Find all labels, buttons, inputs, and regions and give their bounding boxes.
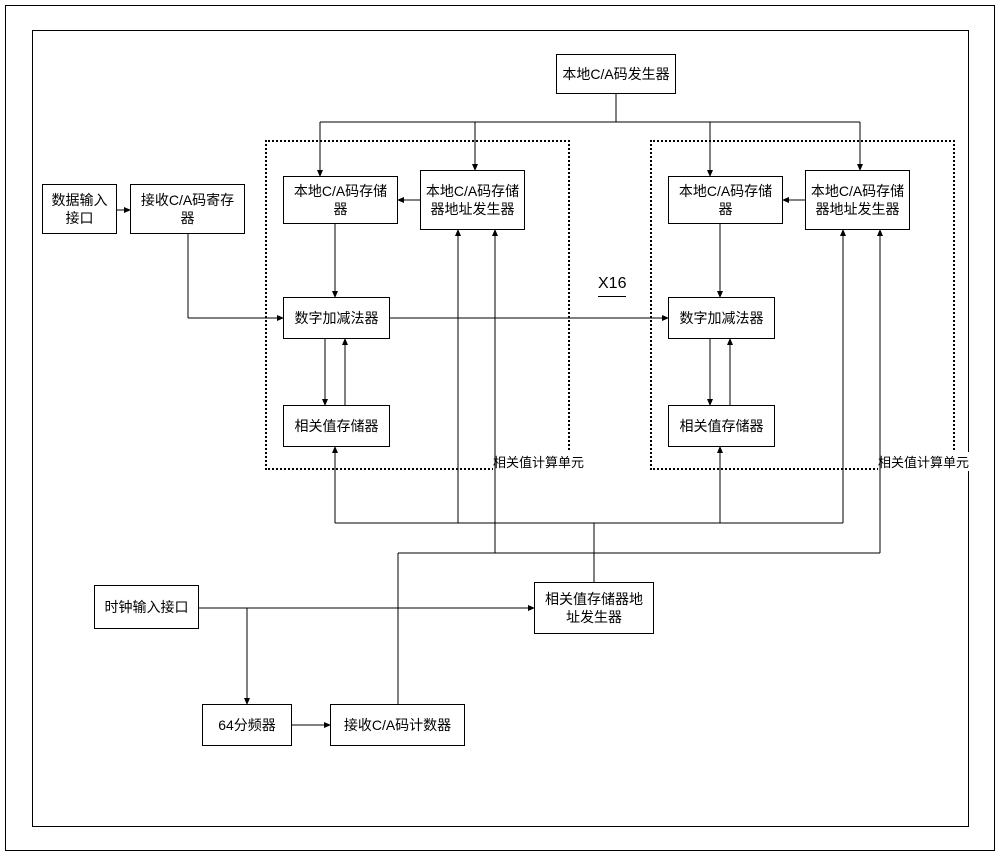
box-local-store-R: 本地C/A码存储器 — [668, 176, 783, 224]
box-divider: 64分频器 — [202, 704, 292, 746]
label-unit-R: 相关值计算单元 — [878, 452, 969, 471]
box-local-store-L: 本地C/A码存储器 — [283, 176, 398, 224]
box-top-generator: 本地C/A码发生器 — [556, 54, 676, 94]
box-clock-input: 时钟输入接口 — [94, 585, 199, 629]
box-local-addr-gen-R: 本地C/A码存储器地址发生器 — [805, 170, 910, 230]
box-recv-register: 接收C/A码寄存器 — [130, 184, 245, 234]
box-data-input: 数据输入接口 — [42, 184, 117, 234]
box-adder-L: 数字加减法器 — [283, 297, 390, 339]
box-adder-R: 数字加减法器 — [668, 297, 775, 339]
box-corr-store-R: 相关值存储器 — [668, 405, 775, 447]
box-local-addr-gen-L: 本地C/A码存储器地址发生器 — [420, 170, 525, 230]
diagram-canvas: 本地C/A码发生器 数据输入接口 接收C/A码寄存器 本地C/A码存储器 本地C… — [0, 0, 1000, 856]
label-unit-L: 相关值计算单元 — [493, 452, 584, 471]
box-corr-addr-gen: 相关值存储器地址发生器 — [534, 582, 654, 634]
label-x16: X16 — [598, 275, 626, 297]
box-recv-counter: 接收C/A码计数器 — [330, 704, 465, 746]
box-corr-store-L: 相关值存储器 — [283, 405, 390, 447]
